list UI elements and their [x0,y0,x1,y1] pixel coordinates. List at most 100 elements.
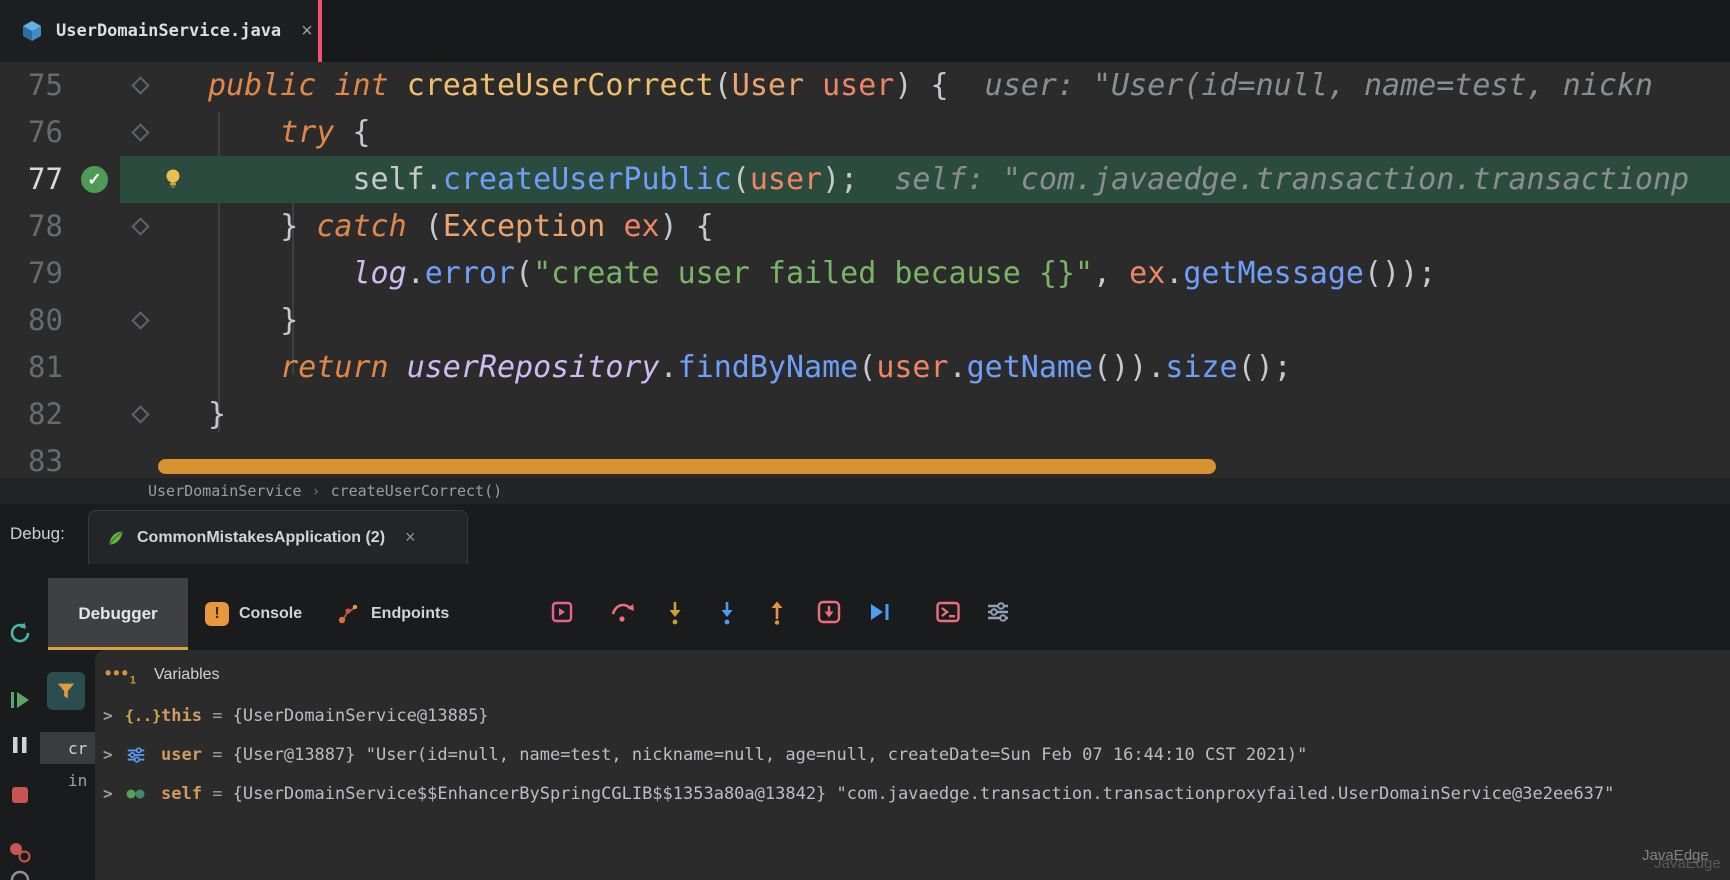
code-line[interactable]: 77✓ self.createUserPublic(user); self: "… [0,156,1730,203]
parameter-icon [125,744,147,766]
reset-frame-button[interactable] [812,595,846,629]
resume-program-button[interactable] [3,683,37,717]
frame-item[interactable]: cr [40,732,95,764]
rerun-debug-button[interactable] [3,616,37,650]
fold-marker-icon[interactable] [131,76,149,94]
tab-console-label: Console [239,605,302,623]
breakpoints-icon [6,838,34,866]
code-text: self.createUserPublic(user); self: "com.… [208,156,1689,203]
breakpoint-hit-icon[interactable]: ✓ [81,166,108,193]
run-configuration-tab[interactable]: CommonMistakesApplication (2) × [88,510,468,564]
pause-program-button[interactable] [3,728,37,762]
debugger-toolbar: Debugger ! Console Endpoints [40,564,1730,650]
variable-row[interactable]: >user = {User@13887} "User(id=null, name… [95,735,1730,774]
breadcrumb-class[interactable]: UserDomainService [148,482,302,500]
step-over-button[interactable] [605,595,639,629]
equals-sign: = [202,745,233,765]
line-number: 83 [28,438,92,478]
settings-icon [8,868,32,880]
editor[interactable]: 75public int createUserCorrect(User user… [0,62,1730,478]
pause-icon [8,733,32,757]
sliders-icon [125,744,161,766]
fold-marker-icon[interactable] [131,217,149,235]
tab-accent-line [318,0,322,62]
settings-button[interactable] [3,863,37,880]
code-line[interactable]: 80 } [0,297,1730,344]
intention-bulb-icon [161,167,185,191]
code-line[interactable]: 75public int createUserCorrect(User user… [0,62,1730,109]
fold-marker-icon[interactable] [131,405,149,423]
step-out-button[interactable] [760,595,794,629]
code-text: } [208,297,298,344]
stop-process-button[interactable] [3,778,37,812]
equals-sign: = [202,706,233,726]
variable-name: user [161,745,202,765]
evaluate-expression-button[interactable] [931,595,965,629]
resume-icon [7,687,33,713]
show-execution-point-icon [549,599,575,625]
step-over-icon [608,598,636,626]
intention-bulb[interactable] [161,167,185,191]
code-text: log.error("create user failed because {}… [208,250,1436,297]
run-to-cursor-icon [865,598,893,626]
show-execution-point-button[interactable] [545,595,579,629]
variables-panel: •••1 Variables >{..}this = {UserDomainSe… [95,650,1730,880]
line-number: 82 [28,391,92,438]
editor-tab-title: UserDomainService.java [56,21,281,41]
tab-debugger-label: Debugger [78,604,157,624]
variable-row[interactable]: >{..}this = {UserDomainService@13885} [95,696,1730,735]
evaluate-expression-icon [934,598,962,626]
code-line[interactable]: 82} [0,391,1730,438]
watermark: JavaEdge [1642,847,1709,864]
horizontal-scrollbar[interactable] [158,459,1216,474]
step-into-button[interactable] [658,595,692,629]
force-step-into-icon [713,598,741,626]
field-icon [125,786,149,802]
debug-tool-window-header: Debug: CommonMistakesApplication (2) × [0,504,1730,564]
variables-title: Variables [154,666,220,684]
line-number: 81 [28,344,92,391]
debug-left-toolbar [0,564,40,880]
expand-chevron-icon[interactable]: > [103,745,125,764]
code-line[interactable]: 78 } catch (Exception ex) { [0,203,1730,250]
step-into-icon [661,598,689,626]
dots-icon [125,786,161,802]
code-line[interactable]: 81 return userRepository.findByName(user… [0,344,1730,391]
code-line[interactable]: 79 log.error("create user failed because… [0,250,1730,297]
line-number: 76 [28,109,92,156]
ide-window: UserDomainService.java × 75public int cr… [0,0,1730,880]
editor-tab-bar: UserDomainService.java × [0,0,1730,62]
code-line[interactable]: 76 try { [0,109,1730,156]
overflow-tabs-icon[interactable]: •••1 [105,663,138,687]
run-to-cursor-button[interactable] [862,595,896,629]
endpoints-icon [335,601,361,627]
frame-item[interactable]: in [40,764,95,796]
variable-value: {UserDomainService@13885} [233,706,489,726]
variable-name: self [161,784,202,804]
expand-chevron-icon[interactable]: > [103,706,125,725]
force-step-into-button[interactable] [710,595,744,629]
line-number: 79 [28,250,92,297]
class-icon [20,19,44,43]
fold-marker-icon[interactable] [131,123,149,141]
tab-console[interactable]: ! Console [205,578,302,650]
code-text: } [208,391,226,438]
breadcrumb-method[interactable]: createUserCorrect() [331,482,503,500]
breadcrumb: UserDomainService › createUserCorrect() [0,478,1730,504]
close-session-icon[interactable]: × [405,527,416,548]
breadcrumb-separator-icon: › [312,482,321,500]
layout-settings-button[interactable] [981,595,1015,629]
variable-row[interactable]: >self = {UserDomainService$$EnhancerBySp… [95,774,1730,813]
editor-tab[interactable]: UserDomainService.java × [0,0,318,62]
tab-endpoints[interactable]: Endpoints [335,578,449,650]
console-icon: ! [205,602,229,626]
expand-chevron-icon[interactable]: > [103,784,125,803]
equals-sign: = [202,784,233,804]
frames-filter-button[interactable] [47,672,85,710]
reset-frame-icon [815,598,843,626]
line-number: 75 [28,62,92,109]
fold-marker-icon[interactable] [131,311,149,329]
line-number: 80 [28,297,92,344]
tab-debugger[interactable]: Debugger [48,578,188,650]
close-tab-icon[interactable]: × [301,20,313,43]
